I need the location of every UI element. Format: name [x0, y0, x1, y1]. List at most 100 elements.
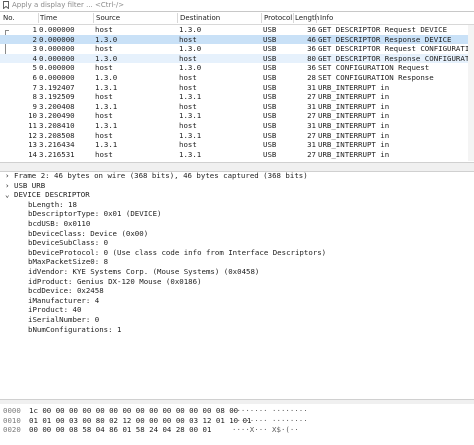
detail-usb-urb-row[interactable]: › USB URB [0, 181, 474, 191]
hex-row[interactable]: 0020 00 00 00 08 58 04 86 01 58 24 04 28 … [0, 425, 474, 435]
packet-cell-source: 1.3.1 [95, 82, 118, 92]
detail-field-row[interactable]: idVendor: KYE Systems Corp. (Mouse Syste… [0, 267, 474, 277]
packet-cell-source: host [95, 130, 113, 140]
packet-row[interactable]: 1 0.000000 host 1.3.0 USB 36 GET DESCRIPTOR Re… [0, 25, 474, 35]
packet-row[interactable]: 9 3.200408 1.3.1 host USB 31 URB_INTERRUPT in [0, 102, 474, 112]
packet-cell-length: 46 [307, 34, 316, 44]
packet-cell-protocol: USB [263, 63, 277, 73]
packet-cell-source: host [95, 25, 113, 34]
detail-field-row[interactable]: bLength: 18 [0, 200, 474, 210]
hex-ascii: ········ ········ [232, 406, 308, 415]
packet-cell-time: 0.000000 [39, 53, 75, 63]
packet-cell-destination: 1.3.0 [179, 25, 202, 34]
display-filter-bar[interactable]: Apply a display filter ... <Ctrl-/> [0, 0, 474, 12]
packet-row[interactable]: 13 3.216434 1.3.1 host USB 31 URB_INTERRUPT in [0, 140, 474, 150]
packet-cell-info: GET DESCRIPTOR Response CONFIGURATION [318, 53, 474, 63]
packet-cell-info: URB_INTERRUPT in [318, 149, 390, 159]
packet-cell-destination: host [179, 34, 197, 44]
packet-cell-protocol: USB [263, 25, 277, 34]
packet-cell-time: 0.000000 [39, 34, 75, 44]
packet-row[interactable]: 8 3.192509 host 1.3.1 USB 27 URB_INTERRUPT in [0, 92, 474, 102]
expand-arrow-icon[interactable]: › [5, 181, 13, 191]
detail-field-row[interactable]: bcdDevice: 0x2458 [0, 286, 474, 296]
detail-descriptor-row[interactable]: ⌄ DEVICE DESCRIPTOR [0, 190, 474, 200]
bookmark-icon[interactable] [2, 1, 10, 9]
packet-cell-info: GET DESCRIPTOR Request CONFIGURATION [318, 44, 474, 54]
column-header-info[interactable]: Info [320, 14, 333, 22]
hex-row[interactable]: 0010 01 01 00 03 00 80 02 12 00 00 00 00 … [0, 416, 474, 426]
packet-row[interactable]: 5 0.000000 host 1.3.0 USB 36 SET CONFIGURATION… [0, 63, 474, 73]
hex-offset: 0000 [3, 406, 21, 415]
packet-cell-source: host [95, 44, 113, 54]
detail-field-row[interactable]: iManufacturer: 4 [0, 296, 474, 306]
packet-row[interactable]: 11 3.208410 1.3.1 host USB 31 URB_INTERRUPT in [0, 121, 474, 131]
column-header-source[interactable]: Source [96, 14, 120, 22]
packet-cell-protocol: USB [263, 111, 277, 121]
detail-frame-row[interactable]: › Frame 2: 46 bytes on wire (368 bits), … [0, 171, 474, 181]
packet-cell-protocol: USB [263, 101, 277, 111]
detail-field-row[interactable]: idProduct: Genius DX-120 Mouse (0x0186) [0, 277, 474, 287]
packet-cell-length: 36 [307, 63, 316, 73]
expand-arrow-icon[interactable]: › [5, 171, 13, 181]
packet-cell-destination: 1.3.1 [179, 149, 202, 159]
column-header-no[interactable]: No. [3, 14, 15, 22]
hex-bytes: 01 01 00 03 00 80 02 12 00 00 00 00 03 1… [29, 415, 252, 425]
packet-row[interactable]: 4 0.000000 1.3.0 host USB 80 GET DESCRIPTOR Re… [0, 53, 474, 64]
hex-ascii: ········ ········ [232, 415, 308, 425]
packet-cell-source: 1.3.0 [95, 73, 118, 82]
hex-ascii: ····X··· X$·(·· [232, 425, 299, 435]
detail-field-row[interactable]: bDeviceClass: Device (0x00) [0, 229, 474, 239]
detail-field-row[interactable]: iProduct: 40 [0, 305, 474, 315]
packet-cell-source: host [95, 149, 113, 159]
column-header-time[interactable]: Time [40, 14, 57, 22]
collapse-arrow-icon[interactable]: ⌄ [5, 190, 13, 200]
detail-field-text: iProduct: 40 [28, 305, 82, 315]
packet-row[interactable]: 6 0.000000 1.3.0 host USB 28 SET CONFIGURATION… [0, 73, 474, 83]
detail-field-row[interactable]: bDeviceProtocol: 0 (Use class code info … [0, 248, 474, 258]
packet-cell-length: 27 [307, 111, 316, 121]
packet-cell-length: 31 [307, 82, 316, 92]
detail-field-row[interactable]: iSerialNumber: 0 [0, 315, 474, 325]
column-header-destination[interactable]: Destination [180, 14, 220, 22]
packet-list-scrollbar[interactable] [468, 25, 474, 161]
packet-cell-protocol: USB [263, 34, 277, 44]
packet-cell-no: 7 [32, 82, 37, 92]
detail-field-row[interactable]: bDeviceSubClass: 0 [0, 238, 474, 248]
packet-cell-no: 1 [32, 25, 37, 34]
packet-row[interactable]: 3 0.000000 host 1.3.0 USB 36 GET DESCRIPTOR Re… [0, 44, 474, 54]
packet-row[interactable]: 14 3.216531 host 1.3.1 USB 27 URB_INTERRUPT in [0, 150, 474, 160]
packet-cell-time: 3.208508 [39, 130, 75, 140]
packet-cell-length: 36 [307, 25, 316, 34]
packet-cell-destination: host [179, 53, 197, 63]
detail-field-row[interactable]: bNumConfigurations: 1 [0, 325, 474, 335]
packet-cell-no: 9 [32, 101, 37, 111]
hex-row[interactable]: 0000 1c 00 00 00 00 00 00 00 00 00 00 00 … [0, 406, 474, 416]
filter-placeholder[interactable]: Apply a display filter ... <Ctrl-/> [12, 1, 124, 9]
detail-field-row[interactable]: bMaxPacketSize0: 8 [0, 257, 474, 267]
packet-cell-length: 36 [307, 44, 316, 54]
detail-field-row[interactable]: bcdUSB: 0x0110 [0, 219, 474, 229]
packet-cell-time: 0.000000 [39, 25, 75, 34]
packet-cell-time: 3.192509 [39, 92, 75, 102]
packet-cell-no: 4 [32, 53, 37, 63]
packet-cell-info: URB_INTERRUPT in [318, 111, 390, 121]
column-header-protocol[interactable]: Protocol [264, 14, 292, 22]
packet-row[interactable]: 12 3.208508 host 1.3.1 USB 27 URB_INTERRUPT in [0, 131, 474, 141]
detail-field-text: bNumConfigurations: 1 [28, 324, 122, 334]
packet-cell-no: 8 [32, 92, 37, 102]
packet-cell-source: 1.3.1 [95, 101, 118, 111]
packet-cell-source: host [95, 111, 113, 121]
packet-cell-info: SET CONFIGURATION Request [318, 63, 430, 73]
packet-bytes-pane: 0000 1c 00 00 00 00 00 00 00 00 00 00 00 … [0, 404, 474, 445]
packet-row[interactable]: 10 3.200490 host 1.3.1 USB 27 URB_INTERRUPT in [0, 111, 474, 121]
packet-row[interactable]: 7 3.192407 1.3.1 host USB 31 URB_INTERRUPT in [0, 83, 474, 93]
packet-cell-length: 28 [307, 73, 316, 82]
detail-field-row[interactable]: bDescriptorType: 0x01 (DEVICE) [0, 209, 474, 219]
packet-cell-protocol: USB [263, 82, 277, 92]
packet-list: 1 0.000000 host 1.3.0 USB 36 GET DESCRIPTOR Re… [0, 25, 474, 161]
detail-field-text: bDeviceProtocol: 0 (Use class code info … [28, 247, 327, 257]
packet-cell-info: SET CONFIGURATION Response [318, 73, 434, 82]
packet-row[interactable]: 2 0.000000 1.3.0 host USB 46 GET DESCRIPTOR Re… [0, 34, 474, 45]
packet-cell-no: 5 [32, 63, 37, 73]
packet-cell-length: 27 [307, 149, 316, 159]
